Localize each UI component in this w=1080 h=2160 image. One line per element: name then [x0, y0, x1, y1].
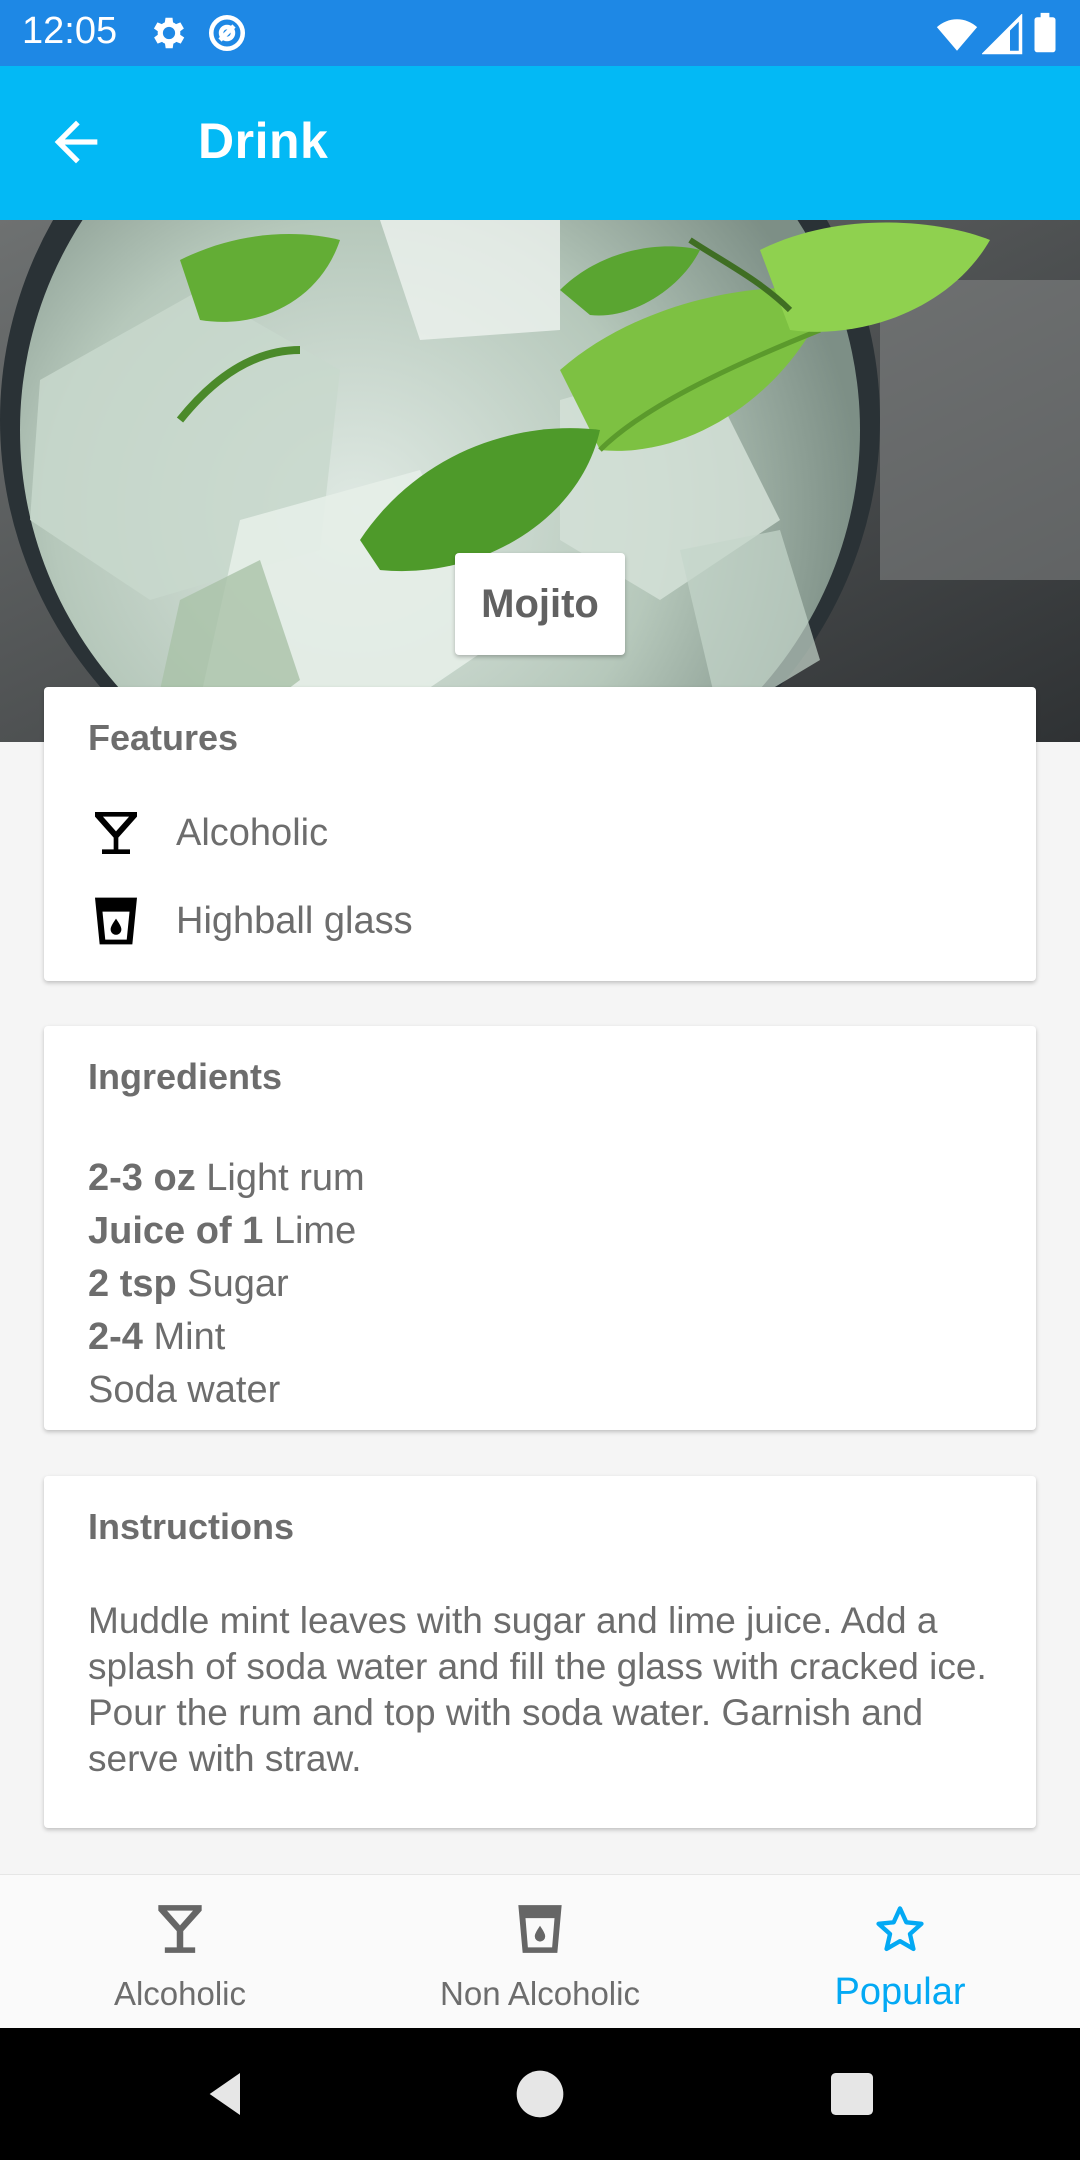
arrow-back-icon[interactable]: [44, 110, 108, 174]
highball-glass-icon: [95, 897, 137, 945]
star-outline-icon: [876, 1906, 924, 1952]
cocktail-glass-icon: [158, 1905, 202, 1953]
bottom-navigation: Alcoholic Non Alcoholic Popular: [0, 1874, 1080, 2029]
nav-label: Alcoholic: [113, 1975, 247, 2012]
ingredients-title: Ingredients: [88, 1056, 283, 1097]
settings-gear-icon: [153, 17, 185, 49]
instructions-card: Instructions Muddle mint leaves with sug…: [44, 1476, 1036, 1828]
app-bar: Drink: [0, 66, 1080, 220]
nav-label: Non Alcoholic: [440, 1975, 640, 2012]
ingredient-item: 2-3 oz Light rum: [88, 1157, 365, 1199]
glass-icon: [518, 1905, 562, 1953]
ingredient-item: 2 tsp Sugar: [88, 1263, 289, 1305]
system-navigation-bar: [0, 2028, 1080, 2160]
feature-label: Alcoholic: [176, 811, 329, 854]
drink-photo: [0, 220, 1080, 742]
cocktail-glass-icon: [95, 812, 137, 854]
page-title: Drink: [198, 113, 329, 169]
feature-item-alcoholic: Alcoholic: [88, 805, 328, 861]
back-triangle-icon[interactable]: [198, 2066, 254, 2122]
ingredient-item: Soda water: [88, 1369, 281, 1411]
nav-item-alcoholic[interactable]: Alcoholic: [0, 1875, 360, 2029]
nav-item-non-alcoholic[interactable]: Non Alcoholic: [360, 1875, 720, 2029]
at-sign-icon: [208, 14, 246, 52]
home-circle-icon[interactable]: [512, 2066, 568, 2122]
nav-label: Popular: [834, 1971, 966, 2013]
recents-square-icon[interactable]: [824, 2066, 880, 2122]
ingredients-card: Ingredients 2-3 oz Light rum Juice of 1 …: [44, 1026, 1036, 1430]
status-bar: 12:05: [0, 0, 1080, 66]
wifi-icon: [936, 19, 978, 51]
instructions-title: Instructions: [88, 1506, 295, 1547]
drink-name-label: Mojito: [455, 553, 625, 655]
battery-icon: [1034, 12, 1056, 53]
status-time: 12:05: [22, 10, 118, 52]
nav-item-popular[interactable]: Popular: [720, 1875, 1080, 2029]
ingredient-item: 2-4 Mint: [88, 1316, 226, 1358]
ingredients-list: 2-3 oz Light rum Juice of 1 Lime 2 tsp S…: [88, 1152, 365, 1417]
signal-icon: [982, 14, 1023, 55]
ingredient-item: Juice of 1 Lime: [88, 1210, 357, 1252]
instructions-text: Muddle mint leaves with sugar and lime j…: [88, 1600, 987, 1779]
features-title: Features: [88, 717, 239, 758]
feature-label: Highball glass: [176, 899, 413, 942]
feature-item-glass: Highball glass: [88, 893, 413, 949]
features-card: Features Alcoholic Highball glass: [44, 687, 1036, 981]
drink-image: Mojito: [0, 220, 1080, 742]
